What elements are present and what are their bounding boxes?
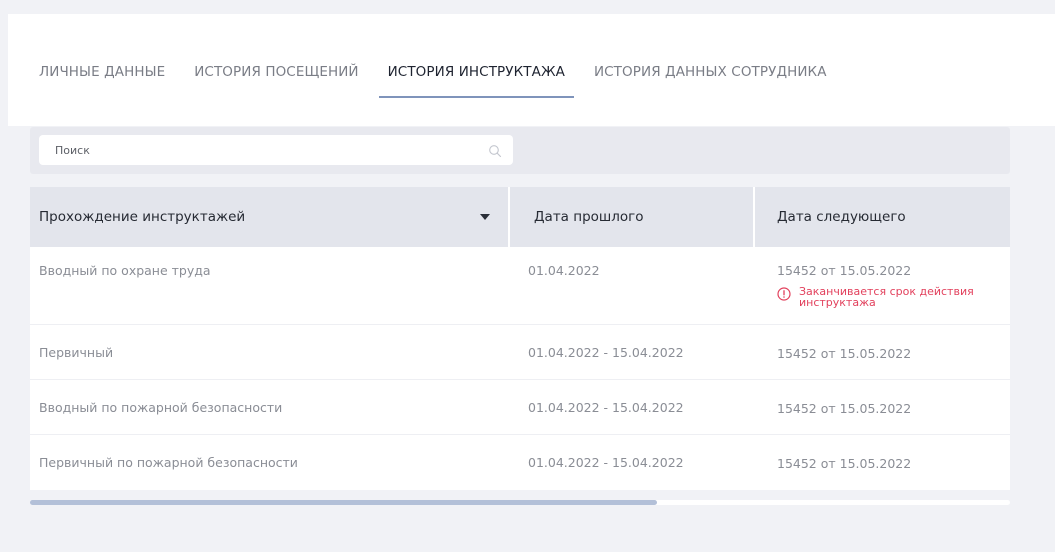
column-header-label: Дата следующего	[777, 209, 906, 225]
filter-bar	[30, 127, 1010, 174]
tab-briefing-history[interactable]: ИСТОРИЯ ИНСТРУКТАЖА	[378, 54, 574, 98]
cell-briefing-name: Вводный по охране труда	[39, 263, 211, 278]
briefing-table: Прохождение инструктажей Дата прошлого Д…	[30, 187, 1010, 490]
horizontal-scrollbar[interactable]	[30, 500, 1010, 505]
alert-circle-icon	[777, 287, 791, 301]
search-icon[interactable]	[488, 144, 502, 158]
table-row[interactable]: Первичный по пожарной безопасности 01.04…	[30, 435, 1010, 490]
table-row[interactable]: Первичный 01.04.2022 - 15.04.2022 15452 …	[30, 325, 1010, 380]
search-input[interactable]	[39, 135, 513, 165]
cell-last-date: 01.04.2022 - 15.04.2022	[528, 344, 684, 360]
table-header: Прохождение инструктажей Дата прошлого Д…	[30, 187, 1010, 247]
cell-next-date: 15452 от 15.05.2022	[777, 345, 912, 361]
tab-visit-history[interactable]: ИСТОРИЯ ПОСЕЩЕНИЙ	[185, 54, 367, 98]
caret-down-icon[interactable]	[480, 214, 490, 220]
expiry-warning: Заканчивается срок действия инструктажа	[777, 286, 1010, 308]
cell-next-date: 15452 от 15.05.2022	[777, 400, 912, 416]
tab-bar: ЛИЧНЫЕ ДАННЫЕ ИСТОРИЯ ПОСЕЩЕНИЙ ИСТОРИЯ …	[30, 54, 847, 98]
table-row[interactable]: Вводный по охране труда 01.04.2022 15452…	[30, 247, 1010, 325]
column-header-briefings[interactable]: Прохождение инструктажей	[30, 187, 508, 247]
cell-briefing-name: Вводный по пожарной безопасности	[39, 399, 283, 415]
column-header-next-date[interactable]: Дата следующего	[753, 187, 1010, 247]
cell-briefing-name: Первичный по пожарной безопасности	[39, 455, 298, 470]
cell-next-date: 15452 от 15.05.2022 Заканчивается срок д…	[753, 263, 1010, 324]
cell-last-date: 01.04.2022 - 15.04.2022	[528, 399, 684, 415]
tab-personal-data[interactable]: ЛИЧНЫЕ ДАННЫЕ	[30, 54, 174, 98]
cell-last-date: 01.04.2022 - 15.04.2022	[528, 455, 684, 470]
warning-text: Заканчивается срок действия инструктажа	[799, 285, 974, 309]
column-header-label: Прохождение инструктажей	[39, 209, 246, 225]
tab-employee-data-history[interactable]: ИСТОРИЯ ДАННЫХ СОТРУДНИКА	[585, 54, 836, 98]
scrollbar-thumb[interactable]	[30, 500, 658, 505]
column-header-last-date[interactable]: Дата прошлого	[508, 187, 753, 247]
next-date-value: 15452 от 15.05.2022	[777, 263, 912, 278]
table-row[interactable]: Вводный по пожарной безопасности 01.04.2…	[30, 380, 1010, 435]
cell-briefing-name: Первичный	[39, 344, 114, 360]
column-header-label: Дата прошлого	[534, 209, 644, 225]
cell-next-date: 15452 от 15.05.2022	[777, 456, 912, 471]
cell-last-date: 01.04.2022	[528, 263, 600, 278]
